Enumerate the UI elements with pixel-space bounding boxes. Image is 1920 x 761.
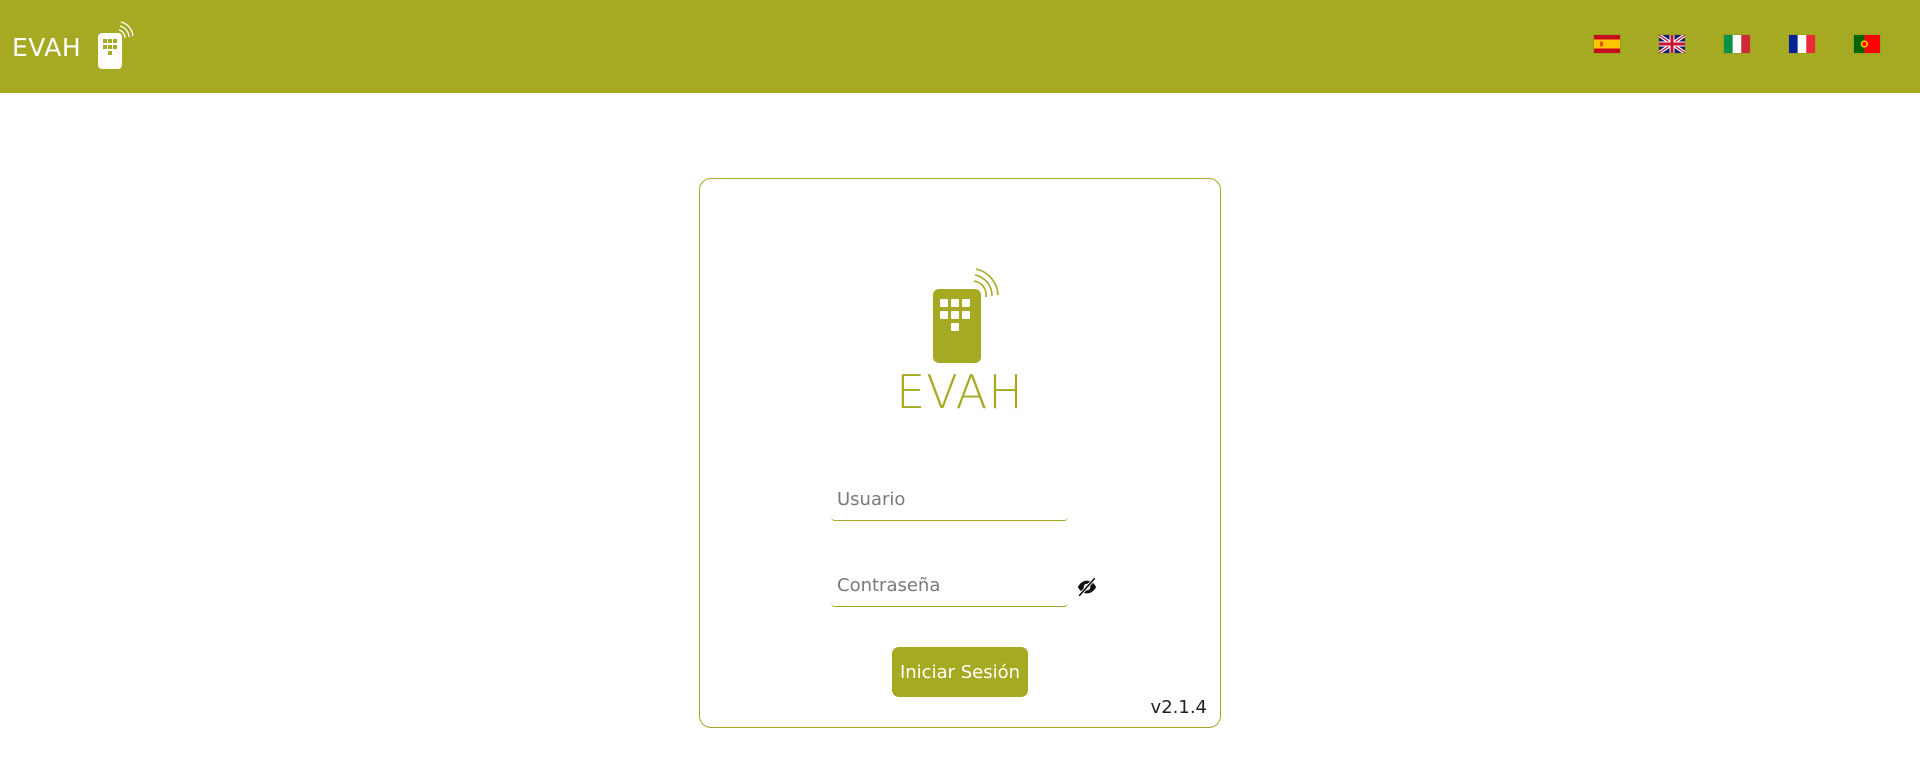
login-card: EVAH Iniciar Sesión v2.1.4 <box>699 178 1221 728</box>
flag-uk-icon[interactable] <box>1659 35 1685 53</box>
eye-slash-icon[interactable] <box>1076 576 1098 598</box>
remote-control-icon <box>930 267 1010 367</box>
password-field <box>831 564 1068 607</box>
username-field <box>831 478 1068 521</box>
brand-name: EVAH <box>12 33 82 62</box>
logo-wordmark: EVAH <box>896 365 1024 419</box>
language-selector <box>1594 35 1880 53</box>
password-input[interactable] <box>831 564 1068 606</box>
remote-control-icon <box>95 18 135 74</box>
login-button[interactable]: Iniciar Sesión <box>892 647 1028 697</box>
app-version: v2.1.4 <box>1150 697 1207 718</box>
top-navbar: EVAH <box>0 0 1920 93</box>
flag-italy-icon[interactable] <box>1724 35 1750 53</box>
username-input[interactable] <box>831 478 1068 520</box>
flag-france-icon[interactable] <box>1789 35 1815 53</box>
brand-home-link[interactable]: EVAH <box>12 0 135 93</box>
flag-spain-icon[interactable] <box>1594 35 1620 53</box>
flag-portugal-icon[interactable] <box>1854 35 1880 53</box>
